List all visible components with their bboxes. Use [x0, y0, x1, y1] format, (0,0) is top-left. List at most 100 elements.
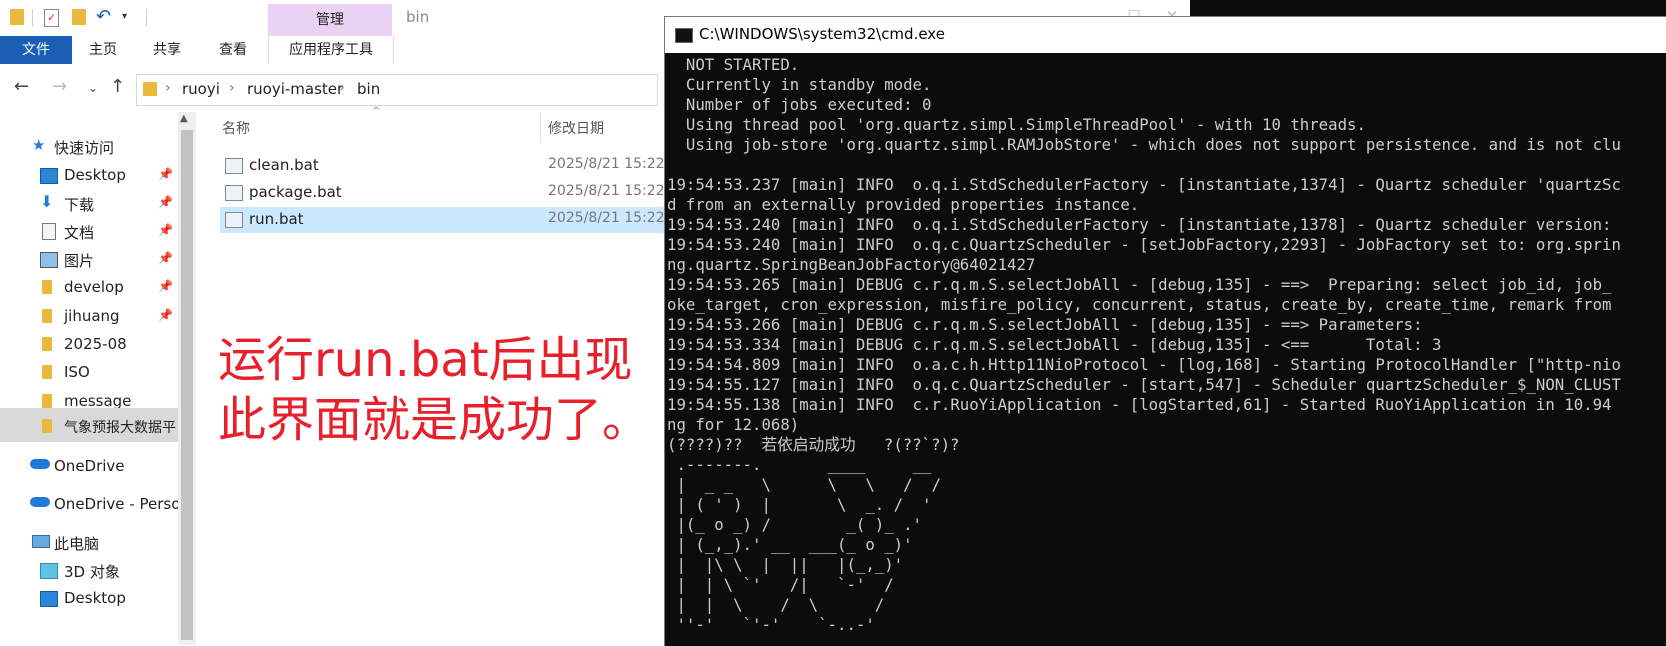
tab-file[interactable]: 文件	[0, 36, 72, 64]
column-divider[interactable]	[540, 112, 541, 142]
console-line: | (_,_).' __ ___(_ o _)'	[667, 535, 913, 554]
nav-item-label: 3D 对象	[64, 563, 120, 581]
folder-icon	[42, 309, 52, 323]
download-icon: ⬇	[40, 192, 54, 211]
tab-home[interactable]: 主页	[80, 36, 126, 64]
terminal-icon	[675, 28, 693, 43]
pin-icon[interactable]: 📌	[158, 279, 173, 293]
undo-icon[interactable]: ↶	[96, 8, 114, 26]
nav-item-label: ISO	[64, 363, 90, 381]
console-output[interactable]: NOT STARTED. Currently in standby mode. …	[665, 53, 1666, 646]
console-line: | | \ `' /| `-' /	[667, 575, 894, 594]
file-name: run.bat	[249, 210, 304, 228]
nav-item-this-pc[interactable]: 此电脑	[0, 529, 178, 557]
back-arrow-icon[interactable]: ←	[14, 76, 29, 97]
customize-dropdown-icon[interactable]: ▾	[122, 9, 132, 25]
nav-item-label: 下载	[64, 196, 95, 214]
breadcrumb-ruoyi[interactable]: ruoyi	[182, 80, 220, 98]
console-line: ng for 12.068)	[667, 415, 800, 434]
console-line: | |\ \ | || |(_,_)'	[667, 555, 904, 574]
console-line: d from an externally provided properties…	[667, 195, 1140, 214]
folder-icon	[42, 419, 52, 433]
pin-icon[interactable]: 📌	[158, 223, 173, 237]
nav-item-desktop-pc[interactable]: Desktop	[0, 585, 178, 613]
cmd-window[interactable]: C:\WINDOWS\system32\cmd.exe NOT STARTED.…	[664, 16, 1666, 646]
nav-item-pictures[interactable]: 图片 📌	[0, 246, 178, 274]
nav-item-label: 快速访问	[54, 139, 115, 157]
scroll-up-arrow-icon[interactable]: ▲	[180, 113, 188, 124]
pin-icon[interactable]: 📌	[158, 195, 173, 209]
nav-item-label: 2025-08	[64, 335, 127, 353]
folder-icon	[10, 9, 24, 25]
navigation-pane: ★ 快速访问 Desktop 📌 ⬇ 下载 📌 文档 📌 图片 📌 develo…	[0, 112, 196, 645]
nav-item-2025-08[interactable]: 2025-08	[0, 331, 178, 359]
nav-item-label: Desktop	[64, 166, 126, 184]
nav-item-develop[interactable]: develop 📌	[0, 274, 178, 302]
nav-item-onedrive-personal[interactable]: OneDrive - Perso	[0, 491, 178, 519]
tab-view[interactable]: 查看	[210, 36, 256, 64]
console-line: NOT STARTED.	[667, 55, 800, 74]
breadcrumb-separator-icon: ›	[165, 80, 171, 96]
console-line: oke_target, cron_expression, misfire_pol…	[667, 295, 1612, 314]
file-row-clean-bat[interactable]: clean.bat 2025/8/21 15:22	[220, 153, 670, 179]
nav-item-label: 此电脑	[54, 535, 100, 553]
pin-icon[interactable]: 📌	[158, 167, 173, 181]
nav-item-label: OneDrive - Perso	[54, 495, 178, 513]
file-modified-date: 2025/8/21 15:22	[548, 183, 665, 199]
breadcrumb-ruoyi-master[interactable]: ruoyi-master	[247, 80, 343, 98]
tab-application-tools[interactable]: 应用程序工具	[268, 36, 394, 64]
pin-icon[interactable]: 📌	[158, 251, 173, 265]
nav-item-label: OneDrive	[54, 457, 125, 475]
nav-item-downloads[interactable]: ⬇ 下载 📌	[0, 190, 178, 218]
console-line: Currently in standby mode.	[667, 75, 932, 94]
console-line: 19:54:53.237 [main] INFO o.q.i.StdSchedu…	[667, 175, 1621, 194]
nav-item-documents[interactable]: 文档 📌	[0, 218, 178, 246]
forward-arrow-icon[interactable]: →	[52, 76, 67, 97]
pin-icon[interactable]: 📌	[158, 308, 173, 322]
desktop-icon	[40, 168, 58, 184]
file-name: clean.bat	[249, 156, 319, 174]
new-folder-icon[interactable]	[72, 9, 86, 25]
nav-item-label: 文档	[64, 224, 95, 242]
console-line: 19:54:53.334 [main] DEBUG c.r.q.m.S.sele…	[667, 335, 1442, 354]
window-title: bin	[406, 8, 430, 26]
nav-item-jihuang[interactable]: jihuang 📌	[0, 303, 178, 331]
nav-item-quick-access[interactable]: ★ 快速访问	[0, 133, 178, 161]
breadcrumb-separator-icon: ›	[229, 80, 235, 96]
recent-locations-chevron-icon[interactable]: ⌄	[88, 81, 98, 95]
console-line: Using thread pool 'org.quartz.simpl.Simp…	[667, 115, 1366, 134]
nav-item-desktop[interactable]: Desktop 📌	[0, 162, 178, 190]
star-icon: ★	[32, 136, 46, 154]
tab-share[interactable]: 共享	[144, 36, 190, 64]
context-group-manage: 管理	[268, 4, 392, 36]
file-name: package.bat	[249, 183, 342, 201]
annotation-line: 运行run.bat后出现	[218, 332, 633, 388]
breadcrumb-bin[interactable]: bin	[357, 80, 380, 98]
properties-icon[interactable]: ✓	[44, 9, 59, 27]
document-icon	[42, 223, 56, 240]
file-row-run-bat[interactable]: run.bat 2025/8/21 15:22	[220, 207, 670, 233]
folder-icon	[42, 365, 52, 379]
folder-icon	[42, 394, 52, 408]
column-header-name[interactable]: 名称	[222, 118, 250, 138]
nav-pane-scrollbar-thumb[interactable]	[181, 130, 193, 640]
nav-item-3d-objects[interactable]: 3D 对象	[0, 557, 178, 585]
nav-item-weather-platform[interactable]: 气象预报大数据平	[0, 408, 178, 442]
cube-icon	[40, 563, 58, 579]
console-line: 19:54:53.240 [main] INFO o.q.c.QuartzSch…	[667, 235, 1621, 254]
up-arrow-icon[interactable]: ↑	[110, 76, 125, 97]
batch-file-icon	[225, 185, 243, 201]
console-line: Number of jobs executed: 0	[667, 95, 932, 114]
file-row-package-bat[interactable]: package.bat 2025/8/21 15:22	[220, 180, 670, 206]
cmd-titlebar[interactable]: C:\WINDOWS\system32\cmd.exe	[665, 17, 1666, 53]
console-line: 19:54:53.266 [main] DEBUG c.r.q.m.S.sele…	[667, 315, 1423, 334]
console-line: 19:54:54.809 [main] INFO o.a.c.h.Http11N…	[667, 355, 1621, 374]
background-strip	[1190, 0, 1666, 17]
nav-item-onedrive[interactable]: OneDrive	[0, 453, 178, 481]
address-bar[interactable]: › ruoyi › ruoyi-master › bin	[136, 74, 658, 106]
folder-icon	[143, 82, 157, 96]
nav-item-label: Desktop	[64, 589, 126, 607]
console-line: .-------. ____ __	[667, 455, 932, 474]
nav-item-iso[interactable]: ISO	[0, 359, 178, 387]
column-header-modified[interactable]: 修改日期	[548, 118, 604, 138]
